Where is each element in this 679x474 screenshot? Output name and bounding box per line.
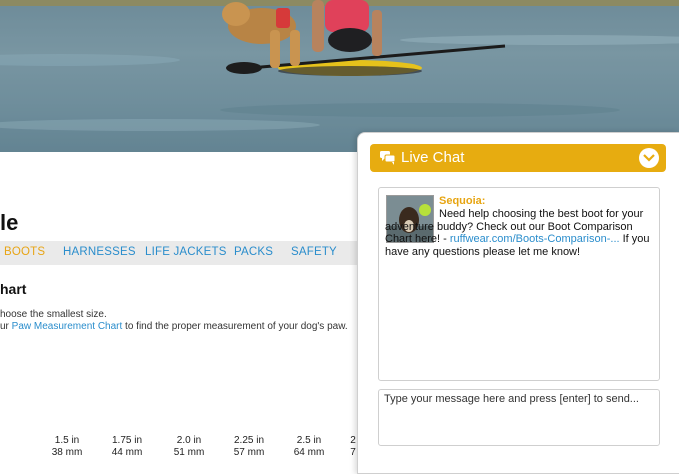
size-column: 2.5 in 64 mm [284, 435, 334, 459]
message-body: Need help choosing the best boot for you… [385, 208, 651, 258]
collapse-chevron-icon[interactable] [639, 148, 659, 168]
nav-packs[interactable]: PACKS [234, 246, 273, 258]
size-column: 2.25 in 57 mm [224, 435, 274, 459]
section-title: hart [0, 281, 27, 297]
size-inches: 1.75 in [111, 435, 143, 446]
nav-boots[interactable]: BOOTS [4, 246, 45, 258]
page-title: le [0, 210, 19, 235]
nav-safety[interactable]: SAFETY [291, 246, 337, 258]
instruction-prefix: ur [0, 321, 12, 332]
instruction-line-1: hoose the smallest size. [0, 309, 107, 320]
chat-message-input[interactable] [378, 389, 660, 446]
paddleboard-scene [0, 0, 679, 152]
size-mm: 51 mm [173, 447, 205, 458]
instruction-line-2: ur Paw Measurement Chart to find the pro… [0, 321, 348, 332]
size-inches: 2.0 in [176, 435, 202, 446]
hero-image [0, 0, 679, 152]
size-inches: 1.5 in [54, 435, 80, 446]
size-column: 1.5 in 38 mm [42, 435, 92, 459]
chat-transcript[interactable]: Sequoia: Need help choosing the best boo… [378, 187, 660, 381]
size-column: 1.75 in 44 mm [102, 435, 152, 459]
instruction-suffix: to find the proper measurement of your d… [122, 321, 348, 332]
nav-life-jackets[interactable]: LIFE JACKETS [145, 246, 227, 258]
size-mm: 57 mm [233, 447, 265, 458]
size-column: 2.0 in 51 mm [164, 435, 214, 459]
chat-bubbles-icon [380, 151, 396, 165]
size-mm: 64 mm [293, 447, 325, 458]
boots-comparison-link[interactable]: ruffwear.com/Boots-Comparison-... [450, 233, 620, 245]
live-chat-widget: Live Chat Sequoia: Need help choosing th… [357, 132, 679, 474]
chat-header[interactable]: Live Chat [370, 144, 666, 172]
size-inches: 2.5 in [296, 435, 322, 446]
nav-harnesses[interactable]: HARNESSES [63, 246, 136, 258]
size-mm: 38 mm [51, 447, 83, 458]
size-inches: 2.25 in [233, 435, 265, 446]
message-author: Sequoia: [439, 195, 486, 207]
paw-measurement-chart-link[interactable]: Paw Measurement Chart [12, 321, 123, 332]
chat-title: Live Chat [401, 149, 465, 166]
size-mm: 44 mm [111, 447, 143, 458]
